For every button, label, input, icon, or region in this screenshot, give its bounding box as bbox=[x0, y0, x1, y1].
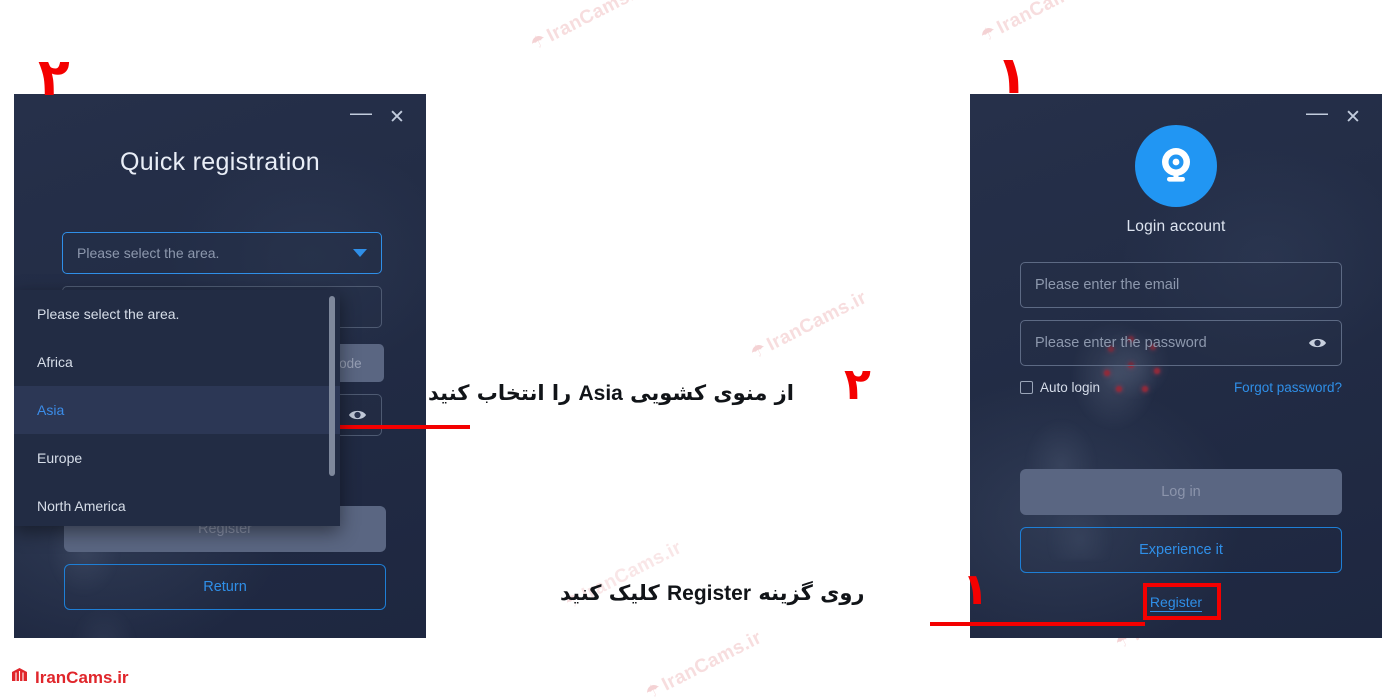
annotation-text-2: از منوی کشویی Asia را انتخاب کنید bbox=[428, 381, 794, 405]
page-title: Quick registration bbox=[120, 148, 320, 176]
log-in-button[interactable]: Log in bbox=[1020, 469, 1342, 515]
watermark: ☂IranCams.ir bbox=[977, 0, 1101, 46]
watermark-logo-icon: ☂ bbox=[747, 338, 770, 363]
watermark-logo-icon: ☂ bbox=[977, 21, 1000, 46]
watermark: ☂IranCams.ir bbox=[747, 287, 871, 363]
area-select[interactable]: Please select the area. bbox=[62, 232, 382, 274]
register-link[interactable]: Register bbox=[970, 594, 1382, 612]
password-placeholder: Please enter the password bbox=[1035, 335, 1207, 351]
forgot-password-link[interactable]: Forgot password? bbox=[1234, 380, 1342, 395]
dropdown-option[interactable]: Europe bbox=[14, 434, 340, 482]
dropdown-option[interactable]: Please select the area. bbox=[14, 290, 340, 338]
login-titlebar: — ✕ bbox=[1302, 94, 1382, 140]
watermark: ☂IranCams.ir bbox=[642, 627, 766, 700]
dropdown-option[interactable]: Africa bbox=[14, 338, 340, 386]
login-account-title: Login account bbox=[1126, 218, 1226, 235]
annotation-marker-2-inline: ۲ bbox=[844, 359, 871, 410]
dropdown-option-asia[interactable]: Asia bbox=[14, 386, 340, 434]
auto-login-checkbox[interactable]: Auto login bbox=[1020, 380, 1100, 395]
checkbox-box[interactable] bbox=[1020, 381, 1033, 394]
quick-registration-window: — ✕ Quick registration Please select the… bbox=[14, 94, 426, 638]
eye-icon[interactable] bbox=[1307, 333, 1327, 353]
area-select-value: Please select the area. bbox=[77, 245, 220, 261]
screenshot-root: ☂IranCams.ir ☂IranCams.ir ☂IranCams.ir ☂… bbox=[0, 0, 1400, 700]
auto-login-label: Auto login bbox=[1040, 380, 1101, 395]
watermark-logo-icon: ☂ bbox=[642, 678, 665, 700]
close-button[interactable]: ✕ bbox=[1338, 104, 1368, 130]
email-field[interactable]: Please enter the email bbox=[1020, 262, 1342, 308]
irancams-logo-icon bbox=[10, 666, 29, 690]
watermark-logo-icon: ☂ bbox=[527, 29, 550, 54]
return-button[interactable]: Return bbox=[64, 564, 386, 610]
dropdown-option[interactable]: North America bbox=[14, 482, 340, 526]
password-field[interactable]: Please enter the password bbox=[1020, 320, 1342, 366]
registration-titlebar: — ✕ bbox=[346, 94, 426, 140]
experience-it-button[interactable]: Experience it bbox=[1020, 527, 1342, 573]
dropdown-scrollbar-thumb[interactable] bbox=[329, 296, 335, 476]
login-options-row: Auto login Forgot password? bbox=[1020, 380, 1342, 395]
watermark: ☂IranCams.ir bbox=[527, 0, 651, 54]
area-dropdown-list: Please select the area. Africa Asia Euro… bbox=[14, 290, 340, 526]
login-window: — ✕ Login account Please enter the email… bbox=[970, 94, 1382, 638]
camera-avatar-icon bbox=[1135, 125, 1217, 207]
chevron-down-icon bbox=[353, 249, 367, 257]
brand-name: IranCams.ir bbox=[35, 668, 129, 687]
minimize-button[interactable]: — bbox=[346, 102, 376, 130]
annotation-text-1: روی گزینه Register کلیک کنید bbox=[560, 581, 865, 605]
close-button[interactable]: ✕ bbox=[382, 104, 412, 130]
eye-icon[interactable] bbox=[347, 405, 367, 425]
minimize-button[interactable]: — bbox=[1302, 102, 1332, 130]
email-placeholder: Please enter the email bbox=[1035, 277, 1180, 293]
brand-footer: IranCams.ir bbox=[10, 666, 129, 690]
